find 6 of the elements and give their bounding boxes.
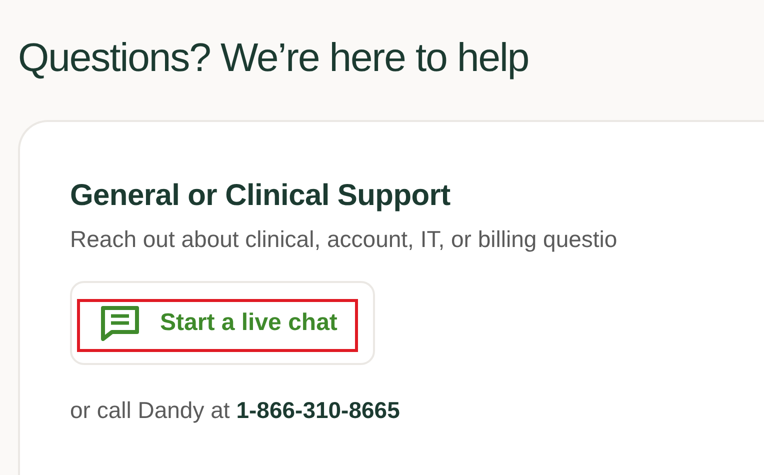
live-chat-button[interactable]: Start a live chat <box>70 280 376 364</box>
card-title: General or Clinical Support <box>70 178 452 214</box>
phone-note: or call Dandy at 1-866-310-8665 <box>70 396 401 425</box>
card-description: Reach out about clinical, account, IT, or billing questio <box>70 225 618 254</box>
page-heading: Questions? We’re here to help <box>18 35 530 82</box>
chat-bubble-icon <box>100 304 140 340</box>
